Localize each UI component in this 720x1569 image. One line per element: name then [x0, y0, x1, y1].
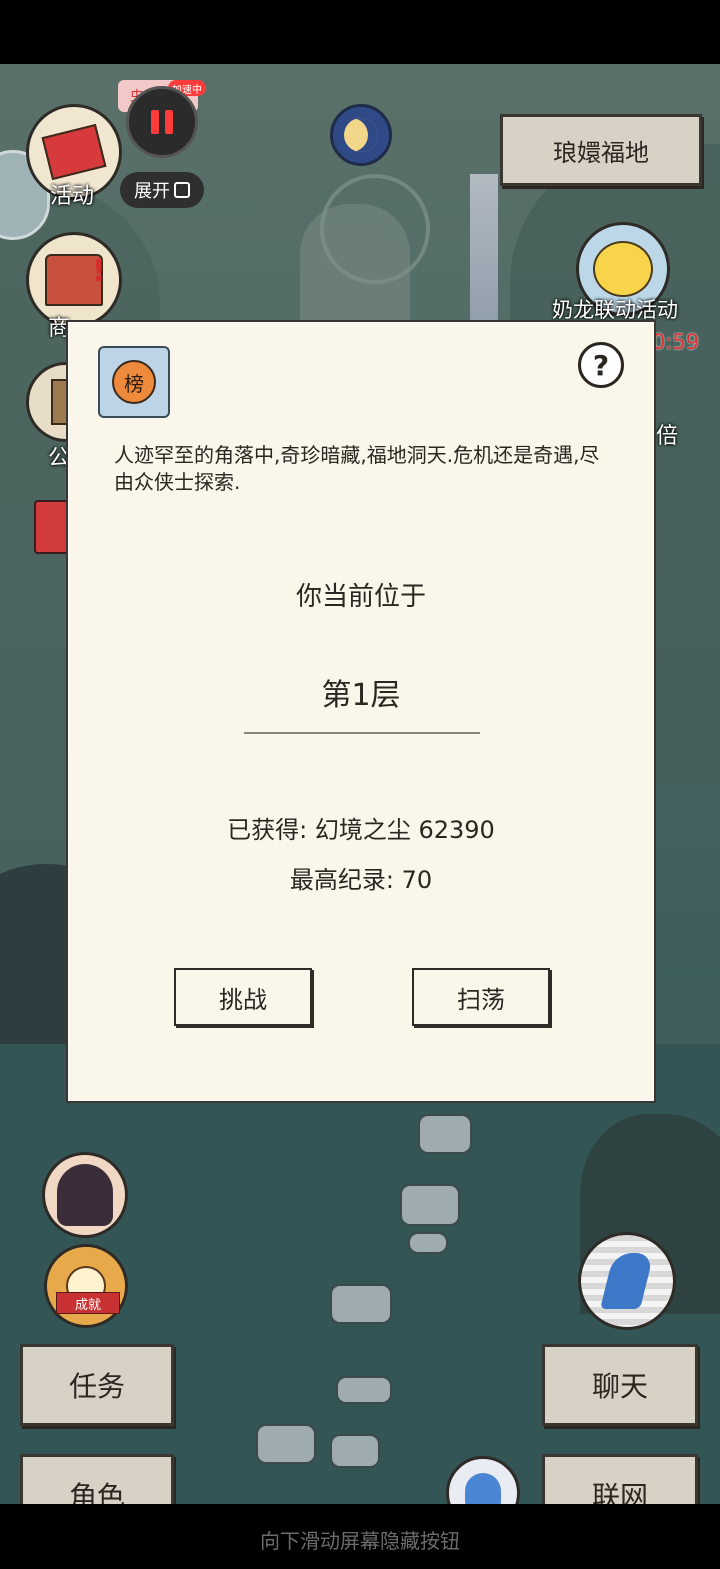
- achievement-badge-label: 成就: [56, 1292, 120, 1314]
- task-button[interactable]: 任务: [20, 1344, 174, 1426]
- location-button[interactable]: 琅嬛福地: [500, 114, 702, 186]
- stepping-stone: [336, 1376, 392, 1404]
- character-portrait-button[interactable]: [42, 1152, 128, 1238]
- shop-button[interactable]: [26, 232, 122, 328]
- help-button[interactable]: ?: [578, 342, 624, 388]
- stepping-stone: [330, 1284, 392, 1324]
- stepping-stone: [256, 1424, 316, 1464]
- pause-icon: [151, 110, 173, 134]
- stepping-stone: [418, 1114, 472, 1154]
- ranking-button[interactable]: 榜: [98, 346, 170, 418]
- milk-dragon-icon: [593, 241, 653, 297]
- event-timer: 0:59: [652, 330, 700, 354]
- expand-label: 展开: [134, 181, 170, 202]
- dialog-description: 人迹罕至的角落中,奇珍暗藏,福地洞天.危机还是奇遇,尽由众侠士探索.: [114, 443, 600, 494]
- chat-button[interactable]: 聊天: [542, 1344, 698, 1426]
- stepping-stone: [400, 1184, 460, 1226]
- expand-button[interactable]: 展开: [120, 172, 204, 208]
- achievement-button[interactable]: [44, 1244, 128, 1328]
- statue-halo: [320, 174, 430, 284]
- swipe-hint: 向下滑动屏幕隐藏按钮: [260, 1529, 460, 1553]
- location-label: 你当前位于: [295, 582, 426, 612]
- floor-label: 第1层: [321, 678, 401, 713]
- tower-dialog: 榜 ? 人迹罕至的角落中,奇珍暗藏,福地洞天.危机还是奇遇,尽由众侠士探索. 你…: [66, 320, 656, 1103]
- auto-run-button[interactable]: [578, 1232, 676, 1330]
- moon-orb-button[interactable]: [330, 104, 392, 166]
- challenge-button[interactable]: 挑战: [174, 968, 312, 1026]
- ranking-icon: 榜: [112, 360, 156, 404]
- pause-button[interactable]: [126, 86, 198, 158]
- stepping-stone: [330, 1434, 380, 1468]
- record-stat: 最高纪录: 70: [289, 866, 433, 894]
- expand-icon: [174, 182, 190, 198]
- moon-orb-icon: [344, 118, 378, 152]
- divider: [244, 732, 480, 734]
- character-avatar-icon: [57, 1164, 113, 1226]
- activity-label: 活动: [50, 184, 95, 209]
- stepping-stone: [408, 1232, 448, 1254]
- shop-alert-icon: !: [92, 254, 106, 289]
- obtained-stat: 已获得: 幻境之尘 62390: [227, 816, 495, 844]
- event-right-label: 倍: [656, 424, 679, 449]
- scroll-icon: [41, 123, 107, 181]
- status-bar: [0, 0, 720, 64]
- running-figure-icon: [600, 1253, 654, 1309]
- question-icon: ?: [592, 348, 610, 382]
- sweep-button[interactable]: 扫荡: [412, 968, 550, 1026]
